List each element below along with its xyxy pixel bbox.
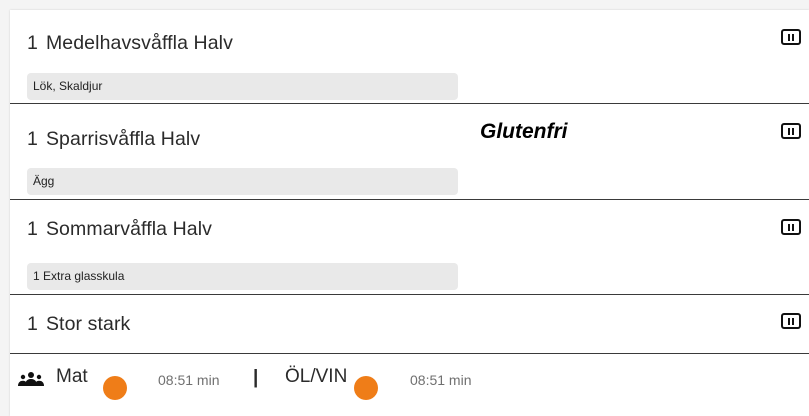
drinks-label: ÖL/VIN xyxy=(285,366,348,387)
food-timer: 08:51 min xyxy=(158,372,220,388)
item-note: 1 Extra glasskula xyxy=(27,263,458,290)
drinks-status-dot xyxy=(354,376,378,400)
item-title: 1 Stor stark xyxy=(27,313,130,336)
pause-button[interactable] xyxy=(781,123,801,139)
dietary-tag: Glutenfri xyxy=(480,120,568,143)
item-name: Medelhavsvåffla Halv xyxy=(45,32,233,54)
pause-icon xyxy=(788,127,790,135)
order-card: 1 Medelhavsvåffla Halv Lök, Skaldjur 1 Spa… xyxy=(10,10,809,416)
pause-icon-bar xyxy=(792,317,794,325)
item-note: Lök, Skaldjur xyxy=(27,73,458,100)
item-title: 1 Sommarvåffla Halv xyxy=(27,218,212,241)
pause-button[interactable] xyxy=(781,219,801,235)
item-quantity: 1 xyxy=(27,313,38,335)
item-title: 1 Sparrisvåffla Halv xyxy=(27,128,200,151)
pause-icon-bar xyxy=(792,127,794,135)
pause-button[interactable] xyxy=(781,29,801,45)
item-title: 1 Medelhavsvåffla Halv xyxy=(27,32,233,55)
order-row: 1 Medelhavsvåffla Halv Lök, Skaldjur xyxy=(10,10,809,104)
item-quantity: 1 xyxy=(27,32,38,54)
item-name: Sommarvåffla Halv xyxy=(45,218,213,240)
people-icon xyxy=(18,372,44,386)
order-row: 1 Sommarvåffla Halv 1 Extra glasskula xyxy=(10,200,809,295)
item-name: Stor stark xyxy=(45,313,131,335)
item-quantity: 1 xyxy=(27,218,38,240)
pause-icon xyxy=(788,223,790,231)
order-row: 1 Stor stark xyxy=(10,295,809,354)
order-screen: 1 Medelhavsvåffla Halv Lök, Skaldjur 1 Spa… xyxy=(0,0,809,416)
item-name: Sparrisvåffla Halv xyxy=(45,128,201,150)
pause-icon-bar xyxy=(792,33,794,41)
item-quantity: 1 xyxy=(27,128,38,150)
item-note: Ägg xyxy=(27,168,458,195)
footer-separator: | xyxy=(253,367,259,388)
order-footer: Mat 08:51 min | ÖL/VIN 08:51 min xyxy=(10,354,809,416)
pause-button[interactable] xyxy=(781,313,801,329)
pause-icon-bar xyxy=(792,223,794,231)
drinks-timer: 08:51 min xyxy=(410,372,472,388)
food-label: Mat xyxy=(56,366,88,387)
order-row: 1 Sparrisvåffla Halv Ägg xyxy=(10,104,809,200)
pause-icon xyxy=(788,33,790,41)
pause-icon xyxy=(788,317,790,325)
food-status-dot xyxy=(103,376,127,400)
